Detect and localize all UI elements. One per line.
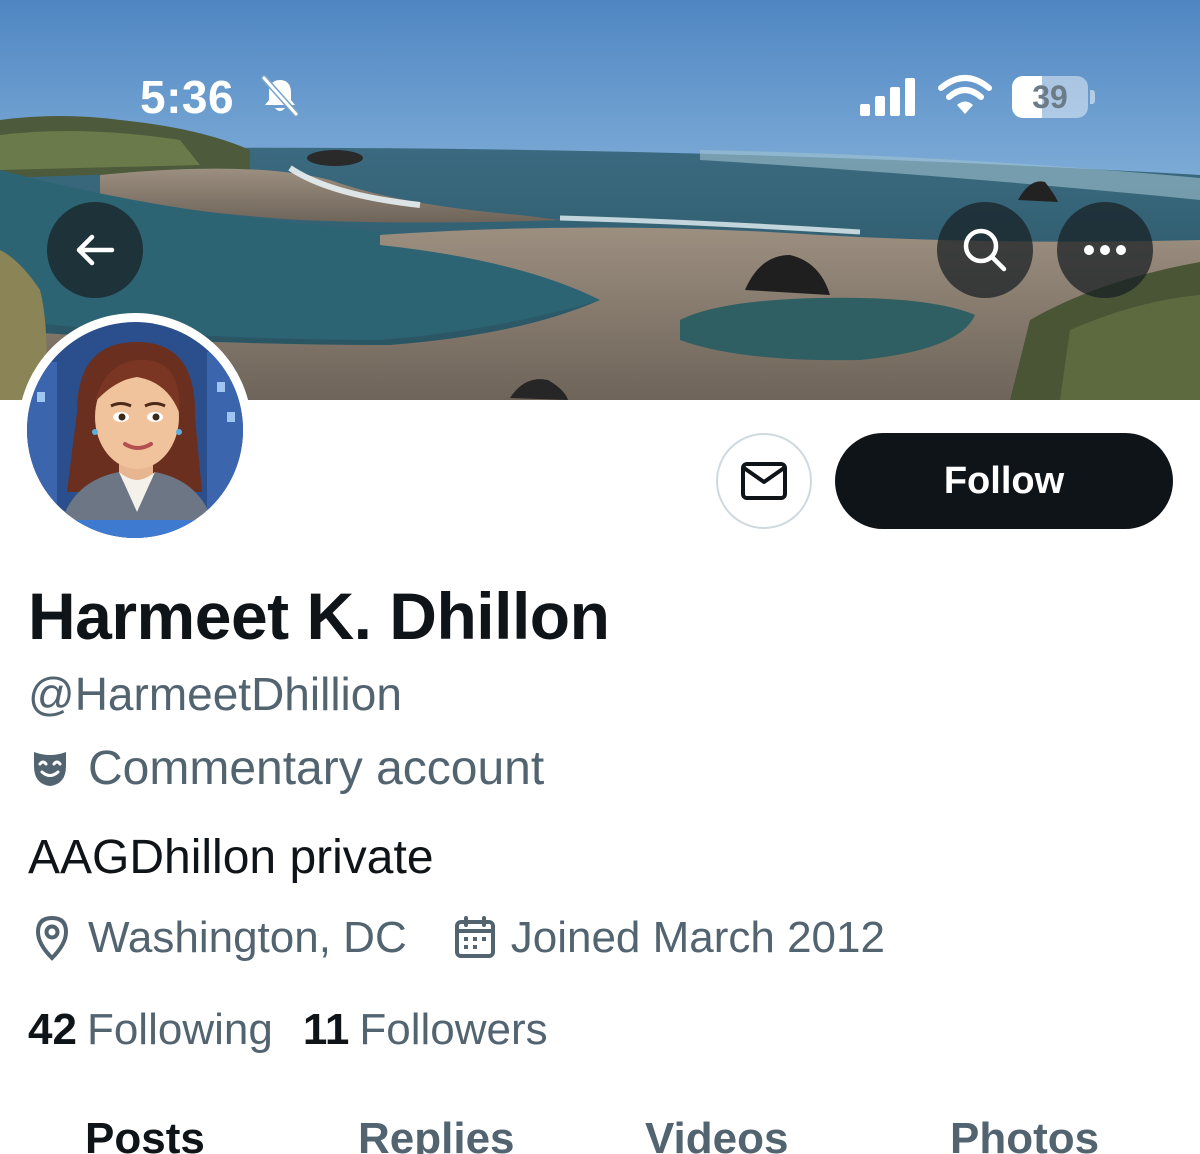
more-horizontal-icon	[1084, 245, 1126, 255]
bell-slash-icon	[261, 75, 299, 117]
account-label-text: Commentary account	[88, 741, 545, 795]
following-count: 42	[28, 1005, 77, 1054]
tab-photos[interactable]: Photos	[950, 1114, 1099, 1154]
theater-mask-icon	[34, 752, 66, 786]
tab-posts[interactable]: Posts	[85, 1114, 205, 1154]
location-item: Washington, DC	[28, 913, 407, 963]
calendar-icon	[454, 916, 495, 958]
profile-tabs: Posts Replies Videos Photos	[0, 1110, 1200, 1154]
joined-item: Joined March 2012	[451, 913, 885, 963]
following-label: Following	[86, 1005, 273, 1054]
more-options-button[interactable]	[1057, 202, 1153, 298]
back-button[interactable]	[47, 202, 143, 298]
location-text: Washington, DC	[88, 913, 407, 962]
follow-button[interactable]: Follow	[835, 433, 1173, 529]
status-time: 5:36	[140, 71, 235, 123]
tab-replies[interactable]: Replies	[358, 1114, 515, 1154]
followers-link[interactable]: 11 Followers	[303, 1005, 548, 1055]
cellular-signal-icon	[860, 78, 915, 116]
tab-videos[interactable]: Videos	[645, 1114, 788, 1154]
joined-date-text: Joined March 2012	[510, 913, 885, 962]
arrow-left-icon	[76, 234, 115, 266]
followers-label: Followers	[359, 1005, 548, 1054]
envelope-icon	[741, 462, 787, 500]
location-pin-icon	[35, 915, 69, 961]
wifi-icon	[938, 75, 992, 114]
message-button[interactable]	[716, 433, 812, 529]
profile-meta: Washington, DC Joined March 2012	[28, 910, 929, 966]
username-handle: @HarmeetDhillion	[28, 668, 402, 720]
avatar-image	[27, 322, 243, 538]
following-link[interactable]: 42 Following	[28, 1005, 273, 1055]
battery-percent: 39	[1032, 79, 1068, 115]
status-bar: 5:36 39	[0, 0, 1200, 150]
profile-avatar[interactable]	[18, 313, 252, 547]
search-button[interactable]	[937, 202, 1033, 298]
search-icon	[963, 228, 1007, 272]
account-label[interactable]: Commentary account	[28, 740, 544, 796]
profile-bio: AAGDhillon private	[28, 831, 434, 884]
followers-count: 11	[302, 1005, 350, 1054]
battery-indicator: 39	[1012, 76, 1096, 118]
follow-counts: 42 Following 11 Followers	[28, 1002, 578, 1058]
display-name: Harmeet K. Dhillon	[28, 579, 610, 653]
